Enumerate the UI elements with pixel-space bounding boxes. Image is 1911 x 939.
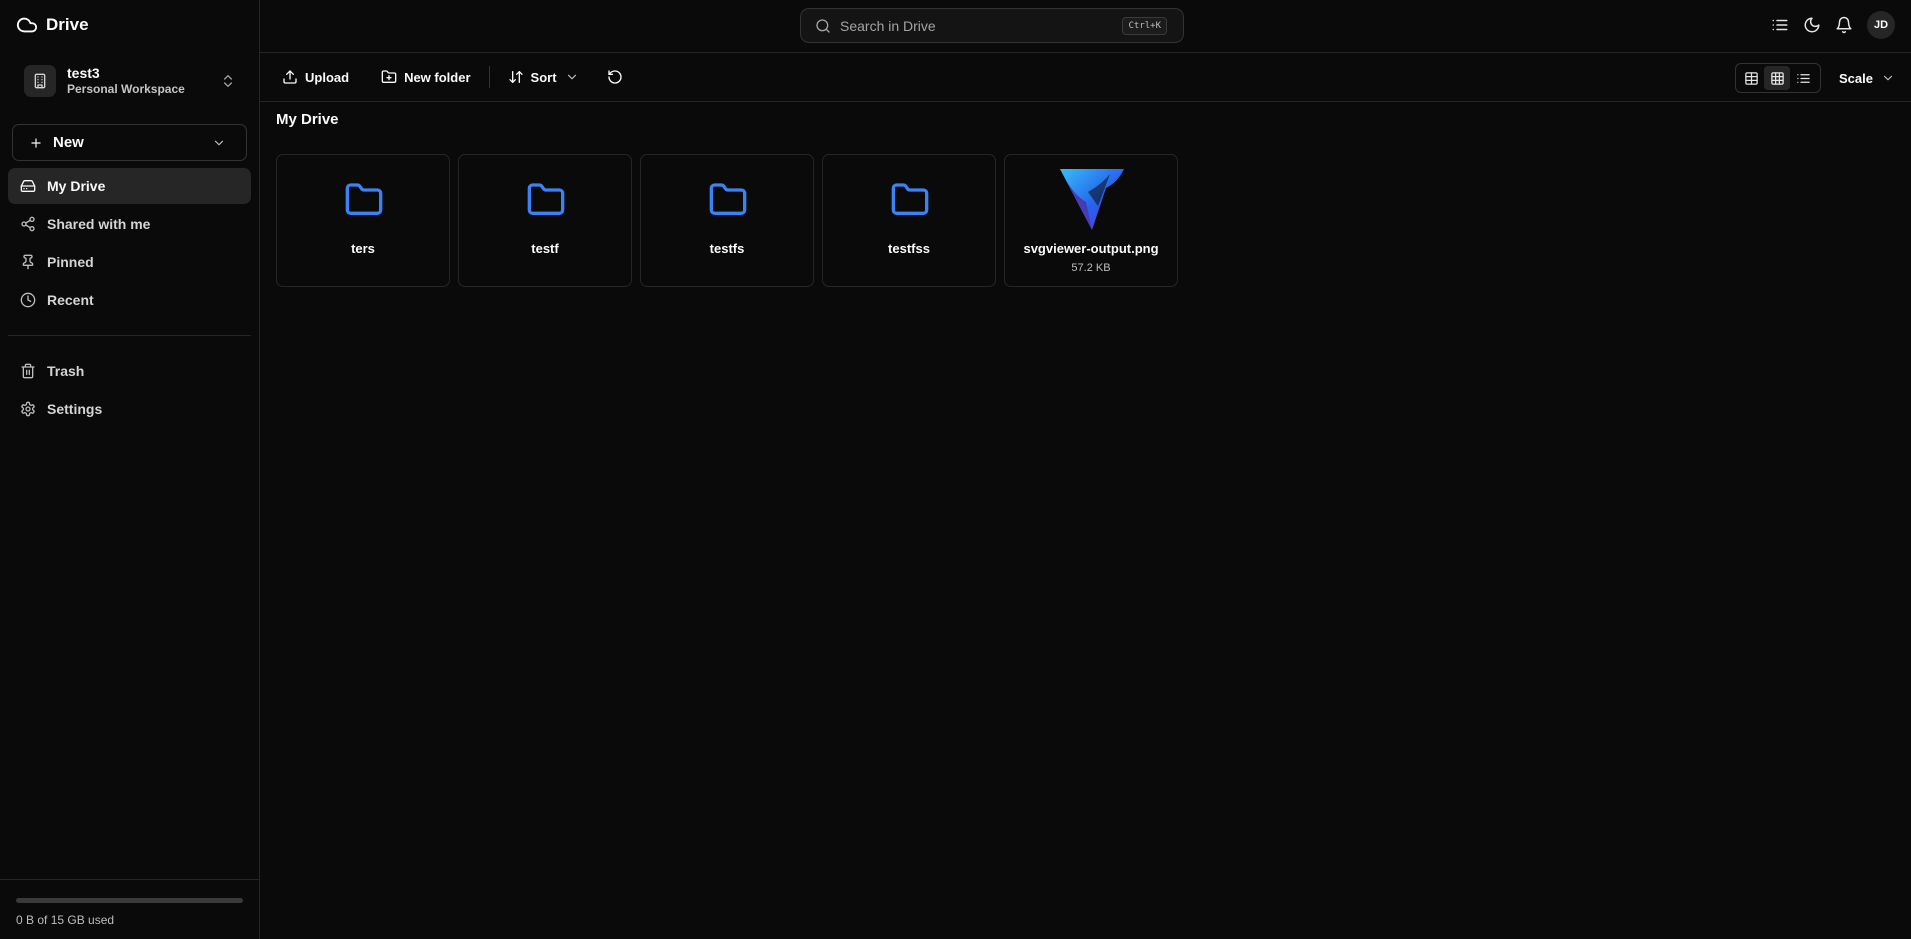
workspace-avatar [24,65,56,97]
app-title: Drive [46,15,89,34]
new-button-label: New [53,134,84,151]
sort-button[interactable]: Sort [498,61,589,93]
item-size: 57.2 KB [1071,262,1111,274]
page-title: My Drive [276,111,339,128]
sidebar-item-label: Trash [47,363,85,379]
folder-icon [890,180,930,220]
view-list-button[interactable] [1790,66,1816,90]
table-icon [1744,71,1759,86]
sidebar-nav: My Drive Shared with me Pinned Recent Tr… [8,168,251,429]
refresh-icon [607,69,623,85]
top-header: Ctrl+K JD [260,0,1911,53]
sidebar-item-label: Settings [47,401,103,417]
search-input[interactable] [840,17,1100,34]
sidebar-item-shared-with-me[interactable]: Shared with me [8,206,251,242]
plus-icon [29,136,43,150]
sidebar: Drive test3 Personal Workspace New My Dr… [0,0,260,939]
refresh-button[interactable] [599,61,631,93]
item-name: testfs [709,241,745,256]
scale-label: Scale [1839,70,1873,86]
sidebar-item-my-drive[interactable]: My Drive [8,168,251,204]
moon-icon[interactable] [1803,16,1821,34]
chevrons-up-down-icon [220,73,236,89]
view-table-button[interactable] [1738,66,1764,90]
bell-icon[interactable] [1835,16,1853,34]
folder-icon [708,180,748,220]
toolbar: Upload New folder Sort Scale [260,53,1911,102]
folder-card[interactable]: testf [458,154,632,287]
sidebar-item-label: Recent [47,292,94,308]
pin-icon [20,254,36,270]
file-grid: ters testf testfs testfss svgviewer-outp… [276,154,1178,287]
sidebar-item-label: My Drive [47,178,106,194]
sidebar-item-trash[interactable]: Trash [8,353,251,389]
view-grid-button[interactable] [1764,66,1790,90]
storage-usage: 0 B of 15 GB used [0,879,259,939]
file-card[interactable]: svgviewer-output.png 57.2 KB [1004,154,1178,287]
upload-icon [282,69,298,85]
trash-icon [20,363,36,379]
chevron-down-icon [212,136,226,150]
grid-icon [1770,71,1785,86]
item-name: testf [531,241,559,256]
chevron-down-icon [565,70,579,84]
cloud-icon [16,14,38,36]
search-box[interactable]: Ctrl+K [800,8,1184,43]
chevron-down-icon [1881,71,1895,85]
sidebar-item-recent[interactable]: Recent [8,282,251,318]
new-folder-button[interactable]: New folder [371,61,480,93]
scale-dropdown[interactable]: Scale [1839,63,1895,93]
workspace-type: Personal Workspace [67,82,185,97]
list-icon [1796,71,1811,86]
image-thumbnail [1058,166,1126,232]
view-mode-toggle [1735,63,1821,93]
item-name: svgviewer-output.png [1023,241,1159,256]
hard-drive-icon [20,178,36,194]
toolbar-separator [488,66,490,88]
folder-plus-icon [381,69,397,85]
item-name: ters [351,241,375,256]
building-icon [32,73,48,89]
search-icon [815,18,831,34]
new-folder-label: New folder [404,69,471,85]
storage-progress-bar [16,898,243,903]
folder-card[interactable]: testfss [822,154,996,287]
share-icon [20,216,36,232]
sidebar-item-label: Pinned [47,254,94,270]
folder-icon [526,180,566,220]
new-button[interactable]: New [12,124,247,161]
sidebar-item-pinned[interactable]: Pinned [8,244,251,280]
folder-card[interactable]: testfs [640,154,814,287]
gear-icon [20,401,36,417]
sidebar-divider [8,335,251,336]
clock-icon [20,292,36,308]
sort-arrows-icon [508,69,524,85]
sidebar-item-label: Shared with me [47,216,151,232]
folder-card[interactable]: ters [276,154,450,287]
user-avatar[interactable]: JD [1867,11,1895,39]
list-tasks-icon[interactable] [1771,16,1789,34]
brand[interactable]: Drive [16,14,89,36]
upload-label: Upload [305,69,350,85]
sidebar-item-settings[interactable]: Settings [8,391,251,427]
item-name: testfss [888,241,930,256]
storage-text: 0 B of 15 GB used [16,913,115,927]
workspace-name: test3 [67,64,100,81]
search-shortcut-badge: Ctrl+K [1122,17,1167,35]
sort-label: Sort [530,69,557,85]
folder-icon [344,180,384,220]
upload-button[interactable]: Upload [272,61,359,93]
workspace-switcher[interactable]: test3 Personal Workspace [12,56,248,106]
